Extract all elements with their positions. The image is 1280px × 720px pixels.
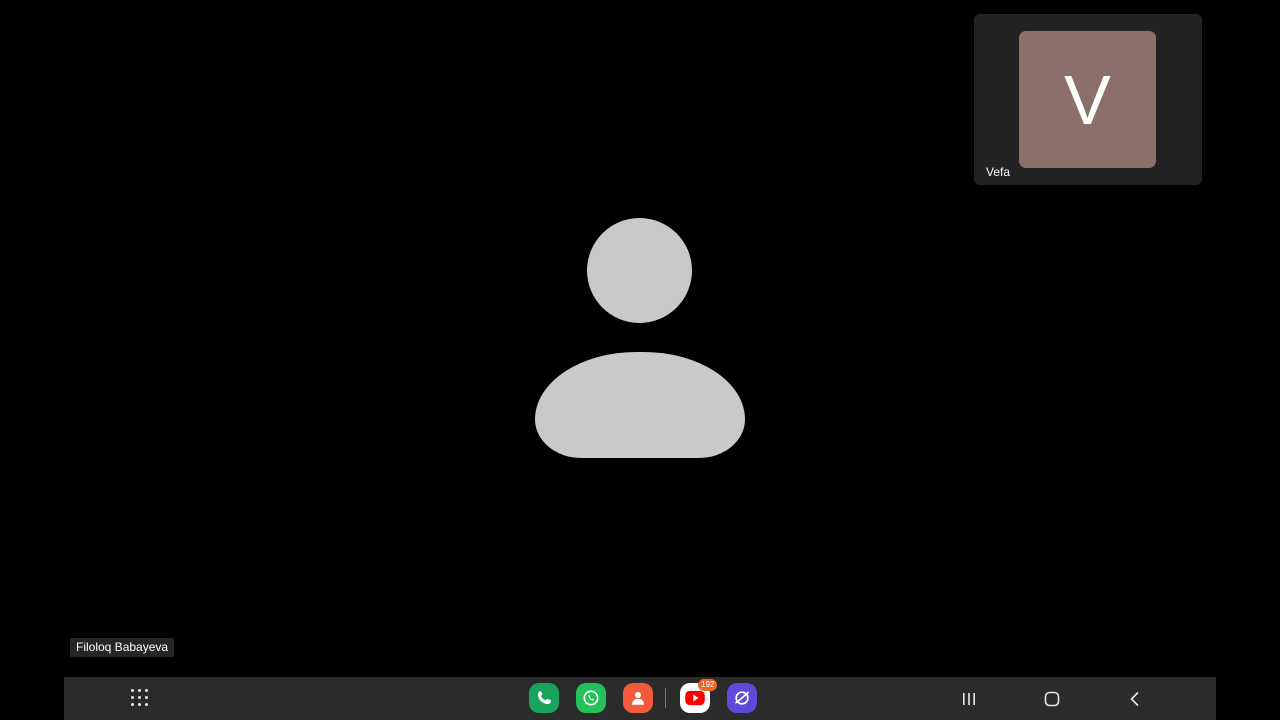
avatar-body — [535, 352, 745, 458]
recents-icon[interactable] — [957, 687, 981, 711]
contacts-icon[interactable] — [623, 683, 653, 713]
dock-divider — [665, 688, 666, 708]
meeting-screen: V Vefa Filoloq Babayeva 192 — [0, 0, 1280, 720]
self-name-label: Vefa — [986, 165, 1011, 179]
home-icon[interactable] — [1040, 687, 1064, 711]
youtube-icon[interactable]: 192 — [680, 679, 718, 713]
avatar-head — [587, 218, 692, 323]
whatsapp-icon[interactable] — [576, 683, 606, 713]
self-view-tile[interactable]: V Vefa — [974, 14, 1202, 185]
back-icon[interactable] — [1123, 687, 1147, 711]
internet-browser-icon[interactable] — [727, 683, 757, 713]
phone-icon[interactable] — [529, 683, 559, 713]
participant-name-label: Filoloq Babayeva — [70, 638, 175, 657]
system-taskbar: 192 — [64, 677, 1216, 720]
self-avatar: V — [1019, 31, 1156, 168]
notification-badge: 192 — [698, 679, 718, 691]
apps-grid-icon[interactable] — [131, 689, 149, 707]
